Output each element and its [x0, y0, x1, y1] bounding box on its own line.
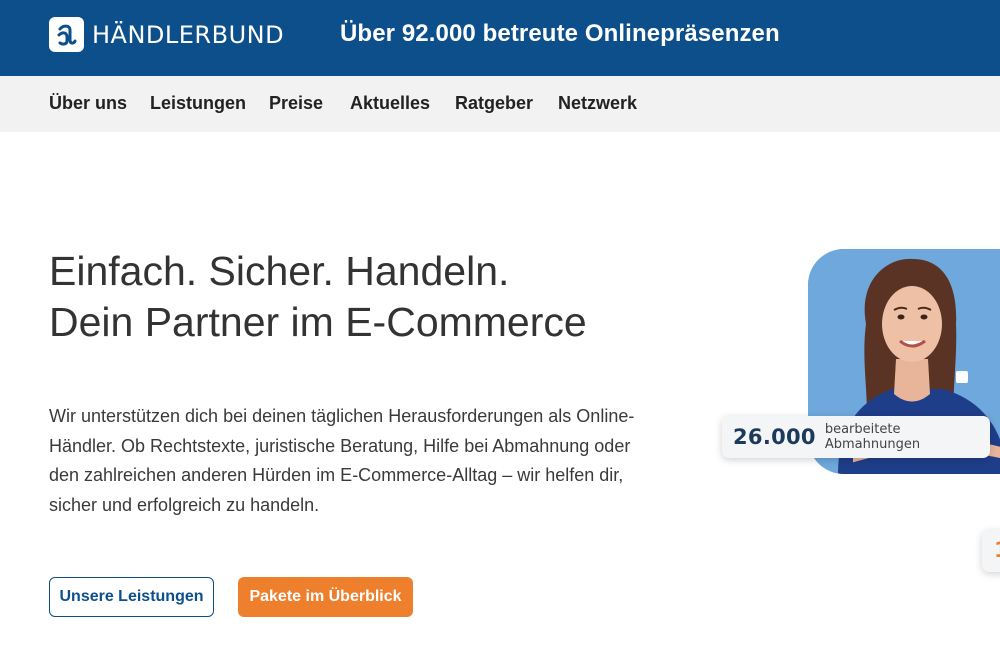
hero-headline-line2: Dein Partner im E-Commerce [49, 299, 587, 345]
secondary-stat-number: 1 [994, 538, 1000, 562]
unsere-leistungen-button[interactable]: Unsere Leistungen [49, 577, 214, 617]
abmahnungen-stat-badge: 26.000 bearbeitete Abmahnungen [722, 416, 990, 458]
nav-item-netzwerk[interactable]: Netzwerk [558, 93, 637, 114]
top-header: HÄNDLERBUND Über 92.000 betreute Onlinep… [0, 0, 1000, 76]
main-navigation: Über uns Leistungen Preise Aktuelles Rat… [0, 76, 1000, 132]
nav-item-preise[interactable]: Preise [269, 93, 323, 114]
nav-item-ratgeber[interactable]: Ratgeber [455, 93, 533, 114]
haendlerbund-logo-icon [49, 17, 84, 52]
nav-item-aktuelles[interactable]: Aktuelles [350, 93, 430, 114]
pakete-im-ueberblick-button[interactable]: Pakete im Überblick [238, 577, 413, 617]
hero-headline: Einfach. Sicher. Handeln. Dein Partner i… [49, 246, 587, 348]
haendlerbund-logo[interactable]: HÄNDLERBUND [49, 17, 284, 52]
nav-item-ueber-uns[interactable]: Über uns [49, 93, 127, 114]
header-tagline: Über 92.000 betreute Onlinepräsenzen [340, 20, 780, 47]
hero-headline-line1: Einfach. Sicher. Handeln. [49, 248, 510, 294]
logo-wordmark: HÄNDLERBUND [92, 20, 285, 49]
secondary-stat-badge: 1 [982, 530, 1000, 572]
stat-number: 26.000 [733, 425, 816, 449]
nav-item-leistungen[interactable]: Leistungen [150, 93, 246, 114]
hero-intro-text: Wir unterstützen dich bei deinen täglich… [49, 406, 635, 516]
stat-label: bearbeitete Abmahnungen [824, 422, 921, 452]
